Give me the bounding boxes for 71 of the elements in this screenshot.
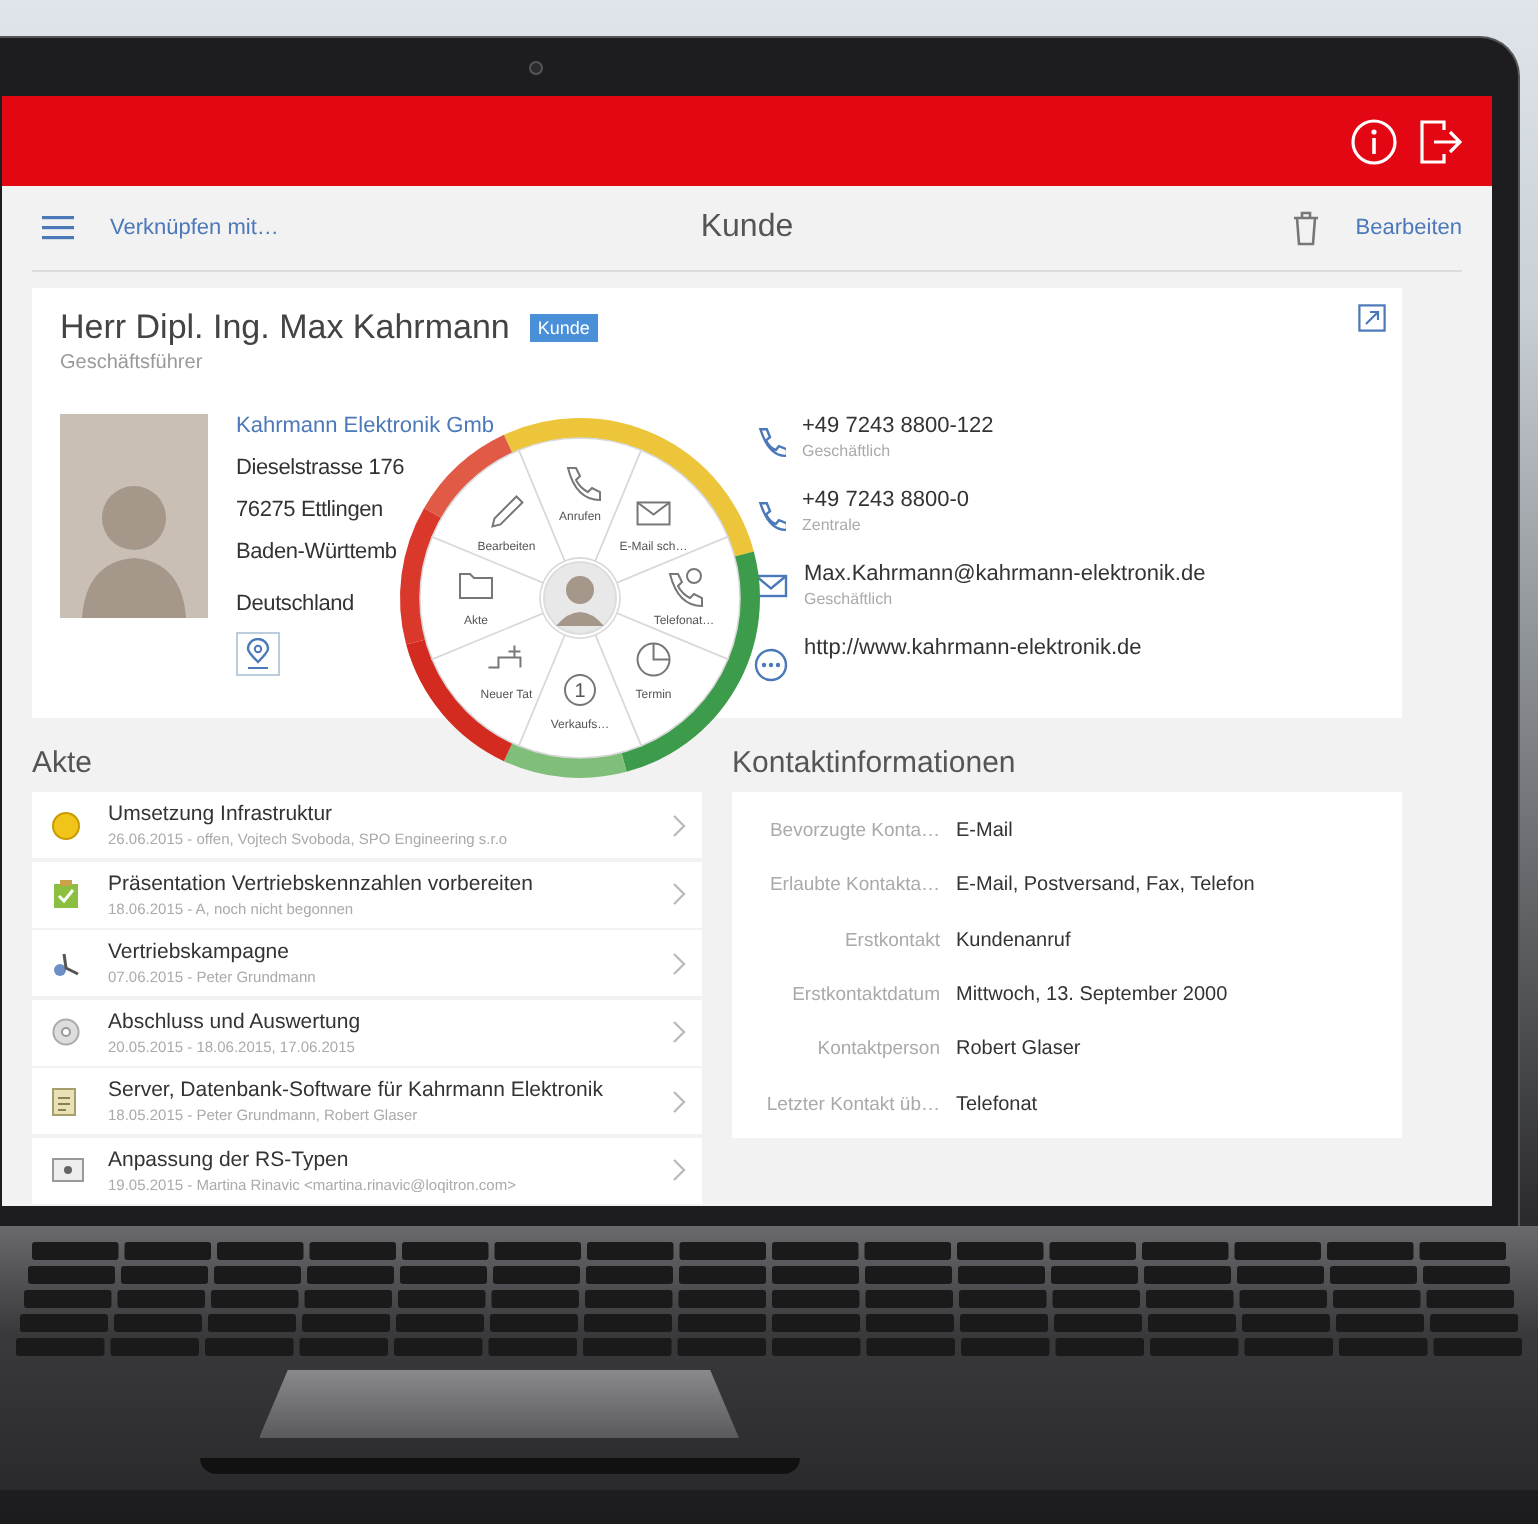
field-label: Letzter Kontakt üb…: [764, 1093, 940, 1116]
customer-name: Herr Dipl. Ing. Max Kahrmann: [60, 308, 510, 348]
clipboard-check-icon: [52, 880, 80, 908]
contact-value[interactable]: Max.Kahrmann@kahrmann-elektronik.de: [804, 562, 1206, 586]
more-icon: [754, 648, 788, 682]
phone-icon: [567, 467, 601, 501]
address-line: Baden-Württemb: [236, 540, 397, 564]
section-title: Akte: [32, 746, 93, 780]
section-title: Kontaktinformationen: [732, 746, 1018, 780]
clock-icon: [636, 642, 671, 677]
chevron-right-icon: [672, 951, 686, 975]
field-value: E-Mail: [956, 820, 1015, 843]
country: Deutschland: [236, 592, 354, 616]
company-link[interactable]: Kahrmann Elektronik Gmb: [236, 414, 494, 438]
new-task-icon: [487, 644, 522, 669]
document-icon: [52, 1087, 76, 1115]
field-label: Erstkontaktdatum: [790, 984, 940, 1007]
chevron-right-icon: [672, 813, 686, 837]
contact-type: Geschäftlich: [804, 590, 895, 608]
coin-icon: [52, 811, 80, 839]
trash-icon[interactable]: [1291, 210, 1320, 246]
menu-icon[interactable]: [42, 216, 74, 240]
field-label: Kontaktperson: [815, 1038, 940, 1061]
item-title: Vertriebskampagne: [108, 940, 291, 964]
contact-type: Zentrale: [802, 516, 863, 534]
item-title: Abschluss und Auswertung: [108, 1009, 363, 1033]
info-icon[interactable]: [1350, 117, 1398, 165]
logout-icon[interactable]: [1418, 117, 1462, 165]
envelope-icon: [754, 574, 788, 598]
field-value: Kundenanruf: [956, 929, 1073, 952]
field-label: Bevorzugte Konta…: [767, 820, 940, 843]
chevron-right-icon: [672, 1089, 686, 1113]
folder-icon: [459, 573, 493, 599]
pencil-icon: [491, 495, 524, 528]
item-title: Präsentation Vertriebskennzahlen vorbereiten: [108, 871, 535, 895]
number-circle-icon: 1: [564, 674, 596, 706]
job-title: Geschäftsführer: [60, 352, 205, 374]
envelope-icon: [636, 501, 671, 526]
page-title: Kunde: [700, 210, 794, 244]
link-button[interactable]: Verknüpfen mit…: [110, 216, 279, 240]
website-link[interactable]: http://www.kahrmann-elektronik.de: [804, 636, 1142, 660]
contact-type: Geschäftlich: [802, 442, 893, 460]
phone-icon: [754, 426, 786, 458]
disc-icon: [52, 1018, 80, 1046]
customer-tag: Kunde: [529, 314, 598, 342]
expand-icon[interactable]: [1358, 304, 1386, 332]
avatar-icon: [543, 561, 617, 635]
card-icon: [52, 1158, 84, 1182]
field-value: Telefonat: [956, 1093, 1040, 1116]
field-label: Erstkontakt: [842, 929, 940, 952]
item-title: Anpassung der RS-Typen: [108, 1147, 351, 1171]
chevron-right-icon: [672, 1158, 686, 1182]
contact-value: +49 7243 8800-0: [802, 488, 969, 512]
address-line: 76275 Ettlingen: [236, 498, 383, 522]
address-line: Dieselstrasse 176: [236, 456, 405, 480]
field-value: E-Mail, Postversand, Fax, Telefon: [956, 874, 1257, 897]
contact-value: +49 7243 8800-122: [802, 414, 994, 438]
chevron-right-icon: [672, 882, 686, 906]
phone-clock-icon: [669, 568, 703, 607]
chevron-right-icon: [672, 1020, 686, 1044]
item-title: Server, Datenbank-Software für Kahrmann Elektronik: [108, 1078, 605, 1102]
map-pin-icon: [246, 638, 270, 670]
field-label: Erlaubte Kontakta…: [767, 874, 940, 897]
field-value: Mittwoch, 13. September 2000: [956, 984, 1230, 1007]
camera-icon: [528, 59, 544, 75]
edit-button[interactable]: Bearbeiten: [1355, 216, 1462, 240]
figure-icon: [52, 949, 80, 977]
item-title: Umsetzung Infrastruktur: [108, 802, 335, 826]
map-button[interactable]: [236, 632, 280, 676]
phone-icon: [754, 500, 786, 532]
field-value: Robert Glaser: [956, 1038, 1083, 1061]
